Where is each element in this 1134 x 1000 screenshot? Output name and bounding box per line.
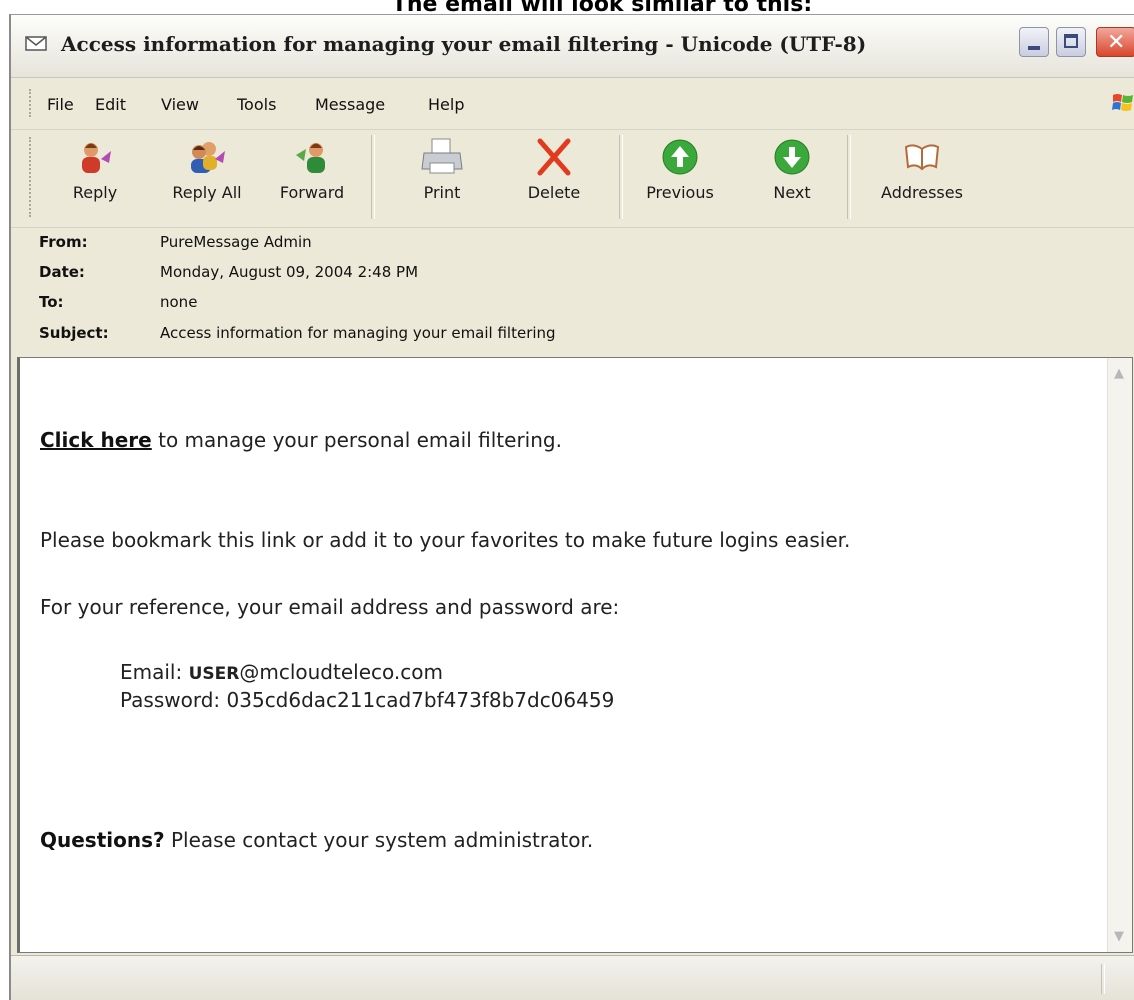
from-value: PureMessage Admin [160, 233, 312, 251]
menu-tools[interactable]: Tools [237, 95, 276, 114]
email-label: Email: [120, 660, 189, 684]
questions-bold: Questions? [40, 828, 165, 852]
menu-edit[interactable]: Edit [95, 95, 126, 114]
page-caption: The email will look similar to this: [391, 0, 813, 14]
date-value: Monday, August 09, 2004 2:48 PM [160, 263, 419, 281]
message-header: From: PureMessage Admin Date: Monday, Au… [11, 227, 1134, 357]
delete-x-icon [537, 138, 571, 176]
close-icon: ✕ [1107, 30, 1126, 55]
minimize-button[interactable] [1019, 27, 1049, 57]
menu-message[interactable]: Message [315, 95, 385, 114]
link-rest-text: to manage your personal email filtering. [151, 428, 562, 452]
windows-logo-icon [1112, 94, 1133, 111]
maximize-button[interactable] [1056, 27, 1086, 57]
forward-button[interactable]: Forward [267, 137, 357, 217]
envelope-icon [25, 36, 47, 51]
to-label: To: [39, 293, 64, 311]
menu-grip[interactable] [29, 89, 34, 117]
questions-rest: Please contact your system administrator… [164, 828, 594, 852]
toolbar-separator [619, 135, 623, 219]
scroll-up-icon[interactable]: ▲ [1114, 366, 1124, 381]
menu-file[interactable]: File [47, 95, 74, 114]
status-separator [1101, 964, 1105, 994]
delete-button[interactable]: Delete [519, 137, 589, 217]
from-label: From: [39, 233, 88, 251]
reply-icon [82, 143, 111, 173]
manage-filtering-line: Click here to manage your personal email… [40, 428, 562, 452]
questions-line: Questions? Please contact your system ad… [40, 828, 593, 852]
subject-value: Access information for managing your ema… [160, 324, 556, 342]
vertical-scrollbar[interactable]: ▲ ▼ [1107, 358, 1132, 952]
reply-button[interactable]: Reply [55, 137, 135, 217]
email-window: Access information for managing your ema… [9, 14, 1134, 1000]
reference-text: For your reference, your email address a… [40, 595, 620, 619]
printer-icon [421, 138, 463, 174]
scroll-down-icon[interactable]: ▼ [1114, 929, 1124, 944]
menu-help[interactable]: Help [428, 95, 464, 114]
print-button[interactable]: Print [407, 137, 477, 217]
to-value: none [160, 293, 198, 311]
bookmark-text: Please bookmark this link or add it to y… [40, 528, 851, 552]
email-domain: @mcloudteleco.com [239, 660, 443, 684]
toolbar-separator [847, 135, 851, 219]
reply-all-button[interactable]: Reply All [157, 137, 257, 217]
menu-bar: File Edit View Tools Message Help [11, 77, 1134, 130]
toolbar-grip[interactable] [29, 137, 34, 217]
previous-button[interactable]: Previous [635, 137, 725, 217]
next-button[interactable]: Next [757, 137, 827, 217]
title-bar[interactable]: Access information for managing your ema… [11, 15, 1134, 78]
message-body[interactable]: Click here to manage your personal email… [17, 357, 1133, 953]
close-button[interactable]: ✕ [1096, 27, 1134, 57]
status-bar [11, 955, 1134, 1000]
password-line: Password: 035cd6dac211cad7bf473f8b7dc064… [120, 688, 614, 712]
email-line: Email: USER@mcloudteleco.com [120, 660, 443, 684]
forward-icon [296, 143, 325, 173]
addresses-button[interactable]: Addresses [867, 137, 977, 217]
click-here-link[interactable]: Click here [40, 428, 152, 452]
subject-label: Subject: [39, 324, 109, 342]
maximize-icon [1064, 34, 1078, 48]
up-arrow-icon [662, 139, 698, 175]
menu-view[interactable]: View [161, 95, 199, 114]
down-arrow-icon [774, 139, 810, 175]
toolbar: Reply Reply All Forward Print Delete Pre… [11, 129, 1134, 228]
address-book-icon [904, 144, 940, 171]
password-label: Password: [120, 688, 227, 712]
reply-all-icon [191, 142, 225, 173]
minimize-icon [1028, 46, 1040, 50]
date-label: Date: [39, 263, 85, 281]
window-title: Access information for managing your ema… [61, 32, 867, 56]
password-value: 035cd6dac211cad7bf473f8b7dc06459 [226, 688, 615, 712]
toolbar-separator [371, 135, 375, 219]
email-user: USER [188, 664, 240, 684]
